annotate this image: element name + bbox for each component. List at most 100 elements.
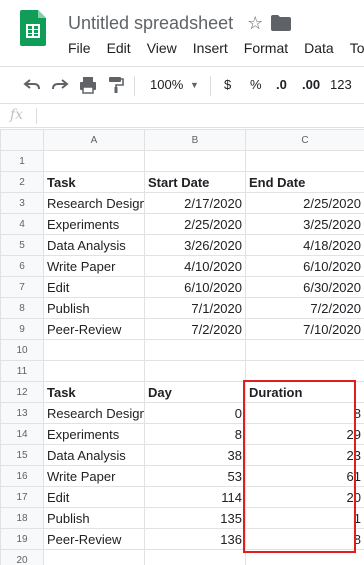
cell[interactable]: 2/17/2020 bbox=[144, 192, 246, 214]
cell[interactable]: 7/2/2020 bbox=[245, 297, 364, 319]
cell[interactable] bbox=[144, 150, 246, 172]
cell[interactable]: Research Design bbox=[43, 402, 145, 424]
column-header-a[interactable]: A bbox=[43, 129, 145, 151]
cell[interactable] bbox=[144, 549, 246, 565]
cell[interactable]: 61 bbox=[245, 465, 364, 487]
cell[interactable]: Research Design bbox=[43, 192, 145, 214]
undo-icon[interactable] bbox=[22, 75, 42, 95]
cell[interactable]: 7/1/2020 bbox=[144, 297, 246, 319]
cell[interactable] bbox=[245, 549, 364, 565]
cell[interactable]: 8 bbox=[144, 423, 246, 445]
cell[interactable]: 0 bbox=[144, 402, 246, 424]
cell[interactable]: 38 bbox=[144, 444, 246, 466]
cell[interactable]: Experiments bbox=[43, 213, 145, 235]
cell[interactable]: Duration bbox=[245, 381, 364, 403]
cell[interactable]: Publish bbox=[43, 507, 145, 529]
cell[interactable]: Task bbox=[43, 381, 145, 403]
row-header[interactable]: 20 bbox=[0, 549, 44, 565]
cell[interactable]: 4/18/2020 bbox=[245, 234, 364, 256]
cell[interactable] bbox=[43, 150, 145, 172]
cell[interactable]: Experiments bbox=[43, 423, 145, 445]
cell[interactable]: 114 bbox=[144, 486, 246, 508]
cell[interactable]: Write Paper bbox=[43, 255, 145, 277]
menu-view[interactable]: View bbox=[147, 40, 177, 60]
row-header[interactable]: 12 bbox=[0, 381, 44, 403]
cell[interactable]: 20 bbox=[245, 486, 364, 508]
row-header[interactable]: 3 bbox=[0, 192, 44, 214]
cell[interactable]: 23 bbox=[245, 444, 364, 466]
cell[interactable] bbox=[144, 360, 246, 382]
cell[interactable] bbox=[245, 339, 364, 361]
select-all-corner[interactable] bbox=[0, 129, 44, 151]
cell[interactable]: Start Date bbox=[144, 171, 246, 193]
cell[interactable]: 4/10/2020 bbox=[144, 255, 246, 277]
cell[interactable]: 29 bbox=[245, 423, 364, 445]
row-header[interactable]: 5 bbox=[0, 234, 44, 256]
cell[interactable]: Publish bbox=[43, 297, 145, 319]
cell[interactable] bbox=[43, 339, 145, 361]
row-header[interactable]: 10 bbox=[0, 339, 44, 361]
row-header[interactable]: 1 bbox=[0, 150, 44, 172]
row-header[interactable]: 8 bbox=[0, 297, 44, 319]
cell[interactable]: 6/10/2020 bbox=[245, 255, 364, 277]
menu-data[interactable]: Data bbox=[304, 40, 334, 60]
cell[interactable]: 3/26/2020 bbox=[144, 234, 246, 256]
cell[interactable]: 7/10/2020 bbox=[245, 318, 364, 340]
cell[interactable]: 8 bbox=[245, 402, 364, 424]
cell[interactable]: 3/25/2020 bbox=[245, 213, 364, 235]
cell[interactable]: End Date bbox=[245, 171, 364, 193]
row-header[interactable]: 19 bbox=[0, 528, 44, 550]
row-header[interactable]: 14 bbox=[0, 423, 44, 445]
cell[interactable]: Peer-Review bbox=[43, 318, 145, 340]
row-header[interactable]: 13 bbox=[0, 402, 44, 424]
cell[interactable]: 6/10/2020 bbox=[144, 276, 246, 298]
cell[interactable]: Data Analysis bbox=[43, 234, 145, 256]
cell[interactable]: 2/25/2020 bbox=[144, 213, 246, 235]
sheets-logo-icon[interactable] bbox=[20, 10, 46, 46]
cell[interactable] bbox=[144, 339, 246, 361]
column-header-b[interactable]: B bbox=[144, 129, 246, 151]
column-header-c[interactable]: C bbox=[245, 129, 364, 151]
row-header[interactable]: 6 bbox=[0, 255, 44, 277]
row-header[interactable]: 15 bbox=[0, 444, 44, 466]
cell[interactable] bbox=[245, 150, 364, 172]
cell[interactable]: Day bbox=[144, 381, 246, 403]
menu-edit[interactable]: Edit bbox=[107, 40, 131, 60]
row-header[interactable]: 9 bbox=[0, 318, 44, 340]
menu-file[interactable]: File bbox=[68, 40, 91, 60]
star-icon[interactable]: ☆ bbox=[247, 14, 263, 32]
cell[interactable] bbox=[43, 360, 145, 382]
menu-insert[interactable]: Insert bbox=[193, 40, 228, 60]
cell[interactable]: 135 bbox=[144, 507, 246, 529]
decrease-decimal-button[interactable]: .0 bbox=[276, 76, 287, 94]
paint-format-icon[interactable] bbox=[106, 75, 126, 95]
row-header[interactable]: 18 bbox=[0, 507, 44, 529]
cell[interactable]: Task bbox=[43, 171, 145, 193]
cell[interactable]: Edit bbox=[43, 486, 145, 508]
redo-icon[interactable] bbox=[50, 75, 70, 95]
cell[interactable]: Peer-Review bbox=[43, 528, 145, 550]
cell[interactable]: 136 bbox=[144, 528, 246, 550]
cell[interactable]: 1 bbox=[245, 507, 364, 529]
row-header[interactable]: 16 bbox=[0, 465, 44, 487]
folder-icon[interactable] bbox=[271, 15, 292, 31]
menu-format[interactable]: Format bbox=[244, 40, 288, 60]
increase-decimal-button[interactable]: .00 bbox=[302, 76, 320, 94]
cell[interactable]: Write Paper bbox=[43, 465, 145, 487]
chevron-down-icon[interactable]: ▼ bbox=[190, 76, 199, 94]
zoom-select[interactable]: 100% bbox=[150, 76, 183, 94]
row-header[interactable]: 11 bbox=[0, 360, 44, 382]
cell[interactable]: 8 bbox=[245, 528, 364, 550]
cell[interactable]: 53 bbox=[144, 465, 246, 487]
cell[interactable]: Data Analysis bbox=[43, 444, 145, 466]
more-formats-button[interactable]: 123 bbox=[330, 76, 352, 94]
cell[interactable] bbox=[245, 360, 364, 382]
cell[interactable]: 7/2/2020 bbox=[144, 318, 246, 340]
row-header[interactable]: 2 bbox=[0, 171, 44, 193]
row-header[interactable]: 7 bbox=[0, 276, 44, 298]
row-header[interactable]: 17 bbox=[0, 486, 44, 508]
document-title[interactable]: Untitled spreadsheet bbox=[68, 13, 233, 34]
cell[interactable]: 6/30/2020 bbox=[245, 276, 364, 298]
row-header[interactable]: 4 bbox=[0, 213, 44, 235]
menu-tools[interactable]: Too bbox=[350, 40, 364, 60]
